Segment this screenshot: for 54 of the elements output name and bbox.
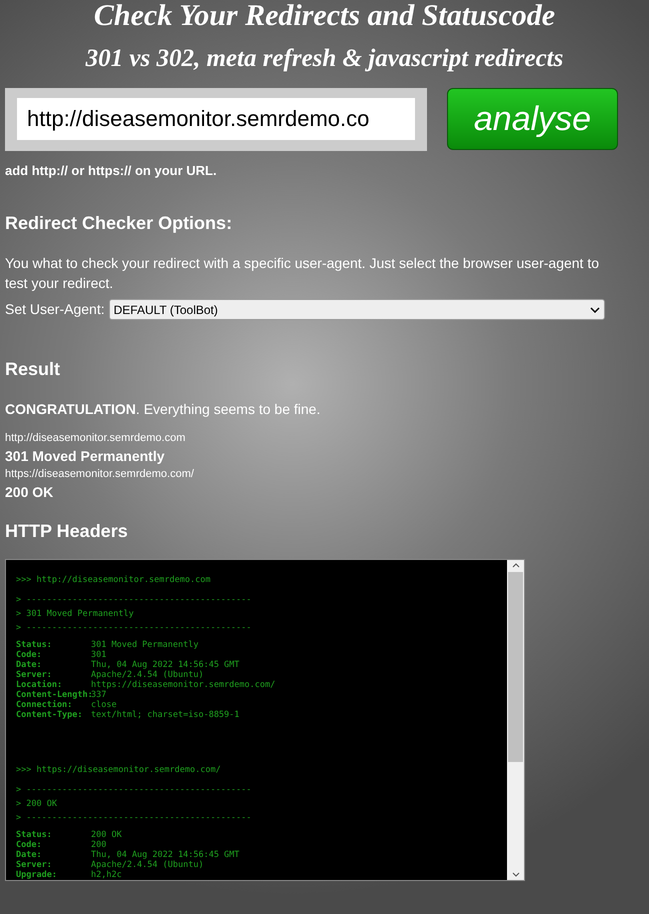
console-separator: > -------------------------------------------- [16, 594, 252, 606]
header-key: Code: [16, 650, 91, 660]
header-key: Status: [16, 830, 91, 840]
console-status-line: > 200 OK [16, 798, 58, 810]
console-separator: > -------------------------------------------- [16, 622, 252, 634]
scroll-up-icon[interactable] [512, 563, 520, 568]
header-value: 337 [91, 690, 106, 700]
url-field[interactable]: http://diseasemonitor.semrdemo.co [5, 88, 427, 150]
header-key: Server: [16, 670, 91, 680]
headers-heading: HTTP Headers [5, 520, 129, 543]
redirect-status: 200 OK [5, 483, 54, 502]
console-url: >>> https://diseasemonitor.semrdemo.com/ [16, 764, 222, 776]
header-key: Location: [16, 680, 91, 690]
options-heading: Redirect Checker Options: [5, 212, 234, 235]
result-message: CONGRATULATION. Everything seems to be fine. [5, 400, 322, 419]
redirect-url: https://diseasemonitor.semrdemo.com/ [5, 467, 195, 482]
header-key: Date: [16, 660, 91, 670]
header-key: Date: [16, 850, 91, 860]
header-value: Apache/2.4.54 (Ubuntu) [91, 670, 204, 680]
header-value: https://diseasemonitor.semrdemo.com/ [91, 680, 276, 690]
scrollbar[interactable] [507, 560, 524, 880]
user-agent-label: Set User-Agent: [5, 300, 105, 319]
redirect-url: http://diseasemonitor.semrdemo.com [5, 431, 186, 446]
header-value: Apache/2.4.54 (Ubuntu) [91, 860, 204, 870]
result-heading: Result [5, 358, 62, 381]
scroll-down-icon[interactable] [512, 872, 520, 877]
url-hint: add http:// or https:// on your URL. [5, 162, 218, 180]
chevron-down-icon [590, 306, 600, 312]
console-separator: > -------------------------------------------- [16, 812, 252, 824]
header-key: Content-Length: [16, 690, 91, 700]
console-url: >>> http://diseasemonitor.semrdemo.com [16, 574, 212, 586]
options-description: You what to check your redirect with a specific user-agent. Just select the browser user-agent to test your redirect. [5, 254, 600, 293]
header-value: 301 [91, 650, 106, 660]
user-agent-select[interactable]: DEFAULT (ToolBot) [108, 299, 605, 320]
header-value: text/html; charset=iso-8859-1 [91, 710, 240, 720]
header-value: Thu, 04 Aug 2022 14:56:45 GMT [91, 660, 240, 670]
console-status-line: > 301 Moved Permanently [16, 608, 135, 620]
header-value: close [91, 700, 117, 710]
header-key: Connection: [16, 700, 91, 710]
header-value: 200 OK [91, 830, 122, 840]
header-value: 200 [91, 840, 106, 850]
header-key: Status: [16, 640, 91, 650]
page-title: Check Your Redirects and Statuscode [92, 0, 556, 32]
redirect-status: 301 Moved Permanently [5, 447, 166, 466]
header-key: Code: [16, 840, 91, 850]
console-separator: > -------------------------------------------- [16, 784, 252, 796]
header-value: h2,h2c [91, 870, 122, 880]
header-value: Thu, 04 Aug 2022 14:56:45 GMT [91, 850, 240, 860]
header-value: 301 Moved Permanently [91, 640, 198, 650]
header-key: Server: [16, 860, 91, 870]
scroll-thumb[interactable] [508, 572, 523, 762]
header-key: Content-Type: [16, 710, 91, 720]
header-key: Upgrade: [16, 870, 91, 880]
page-subtitle: 301 vs 302, meta refresh & javascript redirects [84, 44, 564, 74]
